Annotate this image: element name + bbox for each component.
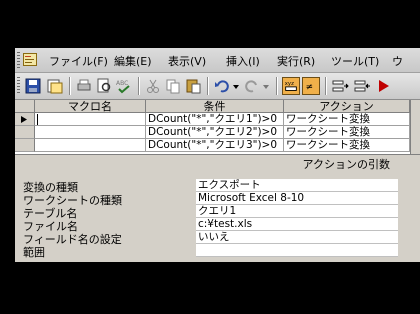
action-cell[interactable]: ワークシート変換 <box>284 126 410 139</box>
menu-view[interactable]: 表示(V) <box>168 53 206 69</box>
menu-run[interactable]: 実行(R) <box>277 53 315 69</box>
arg-label-range: 範囲 <box>23 246 45 259</box>
file-name-field[interactable]: c:¥test.xls <box>196 218 398 231</box>
condition-cell[interactable]: DCount("*","クエリ2")>0 <box>146 126 284 139</box>
redo-dropdown-icon[interactable] <box>263 85 269 89</box>
undo-dropdown-icon[interactable] <box>233 85 239 89</box>
condition-cell[interactable]: DCount("*","クエリ1")>0 <box>146 113 284 126</box>
cut-icon[interactable] <box>144 77 162 95</box>
svg-text:ABC: ABC <box>116 80 128 87</box>
column-header-condition[interactable]: 条件 <box>146 100 284 113</box>
action-arguments-title: アクションの引数 <box>302 158 390 171</box>
action-arguments-header: アクションの引数 <box>15 154 420 171</box>
toolbar-separator <box>207 77 208 95</box>
toolbar-separator <box>325 77 326 95</box>
toolbar-separator <box>138 77 139 95</box>
row-selector[interactable] <box>15 126 35 139</box>
print-preview-icon[interactable] <box>95 77 113 95</box>
range-field[interactable] <box>196 244 398 257</box>
menu-tools[interactable]: ツール(T) <box>331 53 379 69</box>
text-cursor <box>37 113 38 125</box>
has-field-names-field[interactable]: いいえ <box>196 231 398 244</box>
copy-icon[interactable] <box>164 77 182 95</box>
menu-file[interactable]: ファイル(F) <box>49 53 108 69</box>
menu-window[interactable]: ウ <box>392 53 403 69</box>
menu-bar: ファイル(F) 編集(E) 表示(V) 挿入(I) 実行(R) ツール(T) ウ <box>15 48 420 73</box>
condition-cell[interactable]: DCount("*","クエリ3")>0 <box>146 139 284 152</box>
table-name-field[interactable]: クエリ1 <box>196 205 398 218</box>
toolbar: ABC xyz ≠ <box>15 73 420 100</box>
insert-rows-icon[interactable] <box>331 77 349 95</box>
menu-insert[interactable]: 挿入(I) <box>226 53 260 69</box>
spelling-icon[interactable]: ABC <box>115 77 133 95</box>
redo-icon[interactable] <box>243 77 261 95</box>
toolbar-separator <box>69 77 70 95</box>
menu-edit[interactable]: 編集(E) <box>114 53 152 69</box>
paste-icon[interactable] <box>184 77 202 95</box>
current-row-arrow-icon <box>21 116 27 123</box>
transfer-type-field[interactable]: エクスポート <box>196 179 398 192</box>
toolbar-grip[interactable] <box>17 77 20 93</box>
row-selector-current[interactable] <box>15 113 35 126</box>
macro-name-cell[interactable] <box>35 126 146 139</box>
menubar-grip[interactable] <box>17 52 20 68</box>
svg-text:≠: ≠ <box>306 83 313 93</box>
conditions-toggle-icon[interactable]: ≠ <box>302 77 320 95</box>
action-arguments-panel: 変換の種類 ワークシートの種類 テーブル名 ファイル名 フィールド名の設定 範囲… <box>15 179 420 262</box>
row-selector-header[interactable] <box>15 100 35 113</box>
run-macro-icon[interactable] <box>375 77 393 95</box>
macro-name-cell[interactable] <box>35 139 146 152</box>
delete-rows-icon[interactable] <box>353 77 371 95</box>
access-macro-window: ファイル(F) 編集(E) 表示(V) 挿入(I) 実行(R) ツール(T) ウ… <box>15 48 420 262</box>
undo-icon[interactable] <box>213 77 231 95</box>
column-header-macro-name[interactable]: マクロ名 <box>35 100 146 113</box>
grid-vertical-scrollbar[interactable] <box>410 100 420 156</box>
macro-grid: マクロ名 条件 アクション DCount("*","クエリ1")>0 ワークシー… <box>15 100 420 156</box>
action-cell[interactable]: ワークシート変換 <box>284 113 410 126</box>
app-document-icon[interactable] <box>23 53 37 66</box>
toolbar-separator <box>276 77 277 95</box>
print-icon[interactable] <box>75 77 93 95</box>
save-icon[interactable] <box>24 77 42 95</box>
row-selector[interactable] <box>15 139 35 152</box>
svg-text:xyz: xyz <box>285 81 294 87</box>
macro-names-toggle-icon[interactable]: xyz <box>282 77 300 95</box>
database-window-icon[interactable] <box>46 77 64 95</box>
spreadsheet-type-field[interactable]: Microsoft Excel 8-10 <box>196 192 398 205</box>
action-cell[interactable]: ワークシート変換 <box>284 139 410 152</box>
macro-name-cell[interactable] <box>35 113 146 126</box>
column-header-action[interactable]: アクション <box>284 100 410 113</box>
